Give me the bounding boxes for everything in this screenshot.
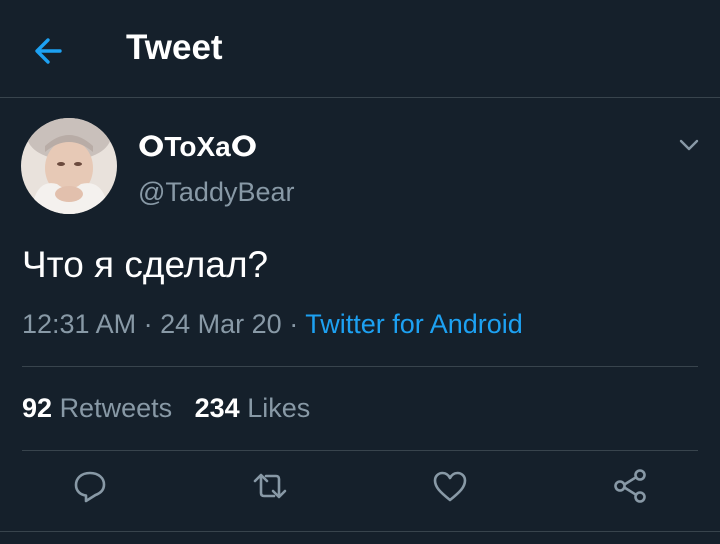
back-button[interactable] xyxy=(30,33,66,69)
avatar[interactable] xyxy=(21,118,117,214)
likes-label: Likes xyxy=(247,393,311,423)
likes-stat[interactable]: 234 Likes xyxy=(195,393,311,423)
retweets-count: 92 xyxy=(22,393,53,423)
page-title: Tweet xyxy=(126,28,223,67)
user-handle[interactable]: @TaddyBear xyxy=(138,177,295,208)
tweet-date: 24 Mar 20 xyxy=(160,309,282,339)
action-bar xyxy=(0,466,720,516)
like-button[interactable] xyxy=(430,466,470,506)
tweet-stats: 92 Retweets 234 Likes xyxy=(22,393,310,424)
divider xyxy=(0,531,720,532)
chevron-down-icon xyxy=(679,139,699,151)
tweet-time: 12:31 AM xyxy=(22,309,137,339)
meta-separator: · xyxy=(289,309,299,339)
likes-count: 234 xyxy=(194,393,240,423)
tweet-source-link[interactable]: Twitter for Android xyxy=(305,309,523,339)
retweets-label: Retweets xyxy=(59,393,173,423)
share-icon xyxy=(614,469,646,503)
retweet-icon xyxy=(253,473,287,499)
heart-icon xyxy=(433,471,467,502)
tweet-meta: 12:31 AM · 24 Mar 20 · Twitter for Andro… xyxy=(22,309,523,340)
meta-separator: · xyxy=(143,309,153,339)
divider xyxy=(22,366,698,367)
header-bar: Tweet xyxy=(0,0,720,98)
avatar-image xyxy=(21,118,117,214)
reply-icon xyxy=(74,471,106,503)
reply-button[interactable] xyxy=(70,466,110,506)
share-button[interactable] xyxy=(610,466,650,506)
retweets-stat[interactable]: 92 Retweets xyxy=(22,393,172,423)
arrow-left-icon xyxy=(35,38,62,64)
divider xyxy=(22,450,698,451)
retweet-button[interactable] xyxy=(250,466,290,506)
more-options-button[interactable] xyxy=(677,133,701,157)
tweet-text: Что я сделал? xyxy=(22,244,269,285)
display-name[interactable]: ⵔToXaⵔ xyxy=(138,130,257,163)
